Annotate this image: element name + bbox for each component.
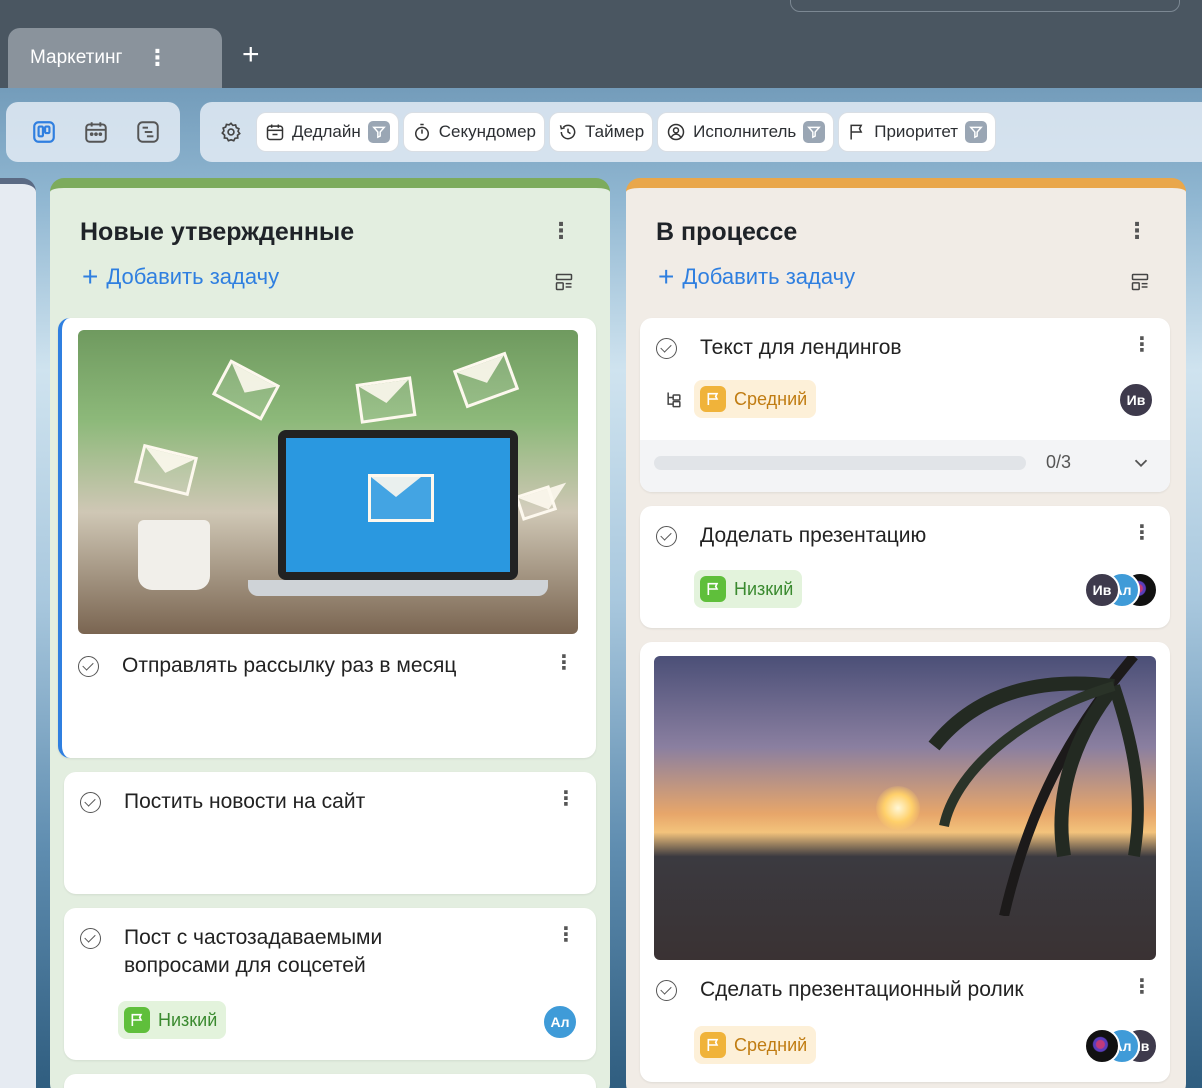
filter-label: Приоритет [874,122,959,141]
column-new-approved: Новые утвержденные ⋮ + Добавить задачу О… [50,178,610,1088]
task-menu-icon[interactable]: ⋮ [1132,520,1152,545]
task-title: Отправлять рассылку раз в месяц [122,654,457,677]
subtasks-progress: 0/3 [640,440,1170,492]
task-card[interactable]: Отправлять рассылку раз в месяц ⋮ [58,318,596,758]
filter-label: Исполнитель [693,122,797,141]
avatar[interactable] [1084,1028,1120,1064]
task-card[interactable]: Постить новости на сайт ⋮ [64,772,596,894]
gear-icon [221,122,241,142]
top-bar: Маркетинг ⋮ + [0,0,1202,88]
task-title: Пост с частозадаваемыми вопросами для со… [124,924,524,980]
task-menu-icon[interactable]: ⋮ [556,922,576,947]
complete-checkbox-icon[interactable] [656,338,677,359]
tab-marketing[interactable]: Маркетинг ⋮ [8,28,222,88]
task-menu-icon[interactable]: ⋮ [1132,332,1152,357]
filter-label: Дедлайн [292,122,361,141]
priority-badge[interactable]: Низкий [694,570,803,608]
add-task-button[interactable]: + Добавить задачу [658,261,856,292]
filter-assignee[interactable]: Исполнитель [657,112,835,152]
priority-label: Низкий [158,1009,218,1030]
avatar[interactable]: Ив [1084,572,1120,608]
flag-icon [700,1032,726,1058]
flag-icon [700,576,726,602]
filter-priority[interactable]: Приоритет [838,112,997,152]
kanban-view-icon[interactable] [26,114,62,150]
list-view-icon[interactable] [130,114,166,150]
flag-icon [850,124,863,140]
avatar[interactable]: Ив [1118,382,1154,418]
column-menu-icon[interactable]: ⋮ [550,218,572,244]
column-title: В процессе [656,218,798,246]
complete-checkbox-icon[interactable] [78,656,99,677]
priority-badge[interactable]: Средний [694,380,817,418]
task-title: Постить новости на сайт [124,790,366,813]
plus-icon: + [82,261,99,292]
beach-sunset-image [654,656,1156,960]
task-title: Сделать презентационный ролик [700,978,1024,1001]
subtasks-icon[interactable] [664,390,684,410]
avatar[interactable]: Ал [542,1004,578,1040]
filter-label: Таймер [585,122,645,141]
user-icon [667,123,685,141]
add-task-button[interactable]: + Добавить задачу [82,261,280,292]
task-title: Текст для лендингов [700,336,902,359]
plus-icon: + [658,261,675,292]
search-box[interactable] [790,0,1180,12]
progress-bar [654,456,1026,470]
view-switcher [6,102,180,162]
task-title: Доделать презентацию [700,524,927,547]
complete-checkbox-icon[interactable] [656,980,677,1001]
add-task-label: Добавить задачу [106,264,280,289]
complete-checkbox-icon[interactable] [80,928,101,949]
email-laptop-image [78,330,578,634]
priority-badge[interactable]: Низкий [118,1001,227,1039]
filter-timer[interactable]: Таймер [549,112,654,152]
settings-button[interactable] [214,112,248,152]
filter-label: Секундомер [438,122,536,141]
task-menu-icon[interactable]: ⋮ [554,650,574,675]
card-layout-icon[interactable] [1130,272,1150,292]
calendar-view-icon[interactable] [78,114,114,150]
column-menu-icon[interactable]: ⋮ [1126,218,1148,244]
funnel-icon[interactable] [367,121,390,143]
filter-toolbar: Дедлайн Секундомер Таймер Исполнитель Пр… [200,102,1202,162]
flag-icon [700,386,726,412]
task-menu-icon[interactable]: ⋮ [556,786,576,811]
add-task-label: Добавить задачу [682,264,856,289]
priority-label: Низкий [734,578,794,599]
column-title: Новые утвержденные [80,218,355,246]
complete-checkbox-icon[interactable] [80,792,101,813]
task-card[interactable]: Сделать презентационный ролик ⋮ Средний … [640,642,1170,1082]
task-menu-icon[interactable]: ⋮ [1132,974,1152,999]
priority-label: Средний [734,1034,808,1055]
complete-checkbox-icon[interactable] [656,526,677,547]
task-card[interactable]: Доделать презентацию ⋮ Низкий Ал Ив [640,506,1170,628]
chevron-down-icon[interactable] [1130,452,1152,474]
task-title-line: Пост с частозадаваемыми [124,926,383,949]
task-title-line: вопросами для соцсетей [124,954,366,977]
column-in-progress: В процессе ⋮ + Добавить задачу Текст для… [626,178,1186,1088]
funnel-icon[interactable] [803,121,826,143]
tab-menu-icon[interactable]: ⋮ [146,47,168,69]
task-card[interactable]: Текст для лендингов ⋮ Средний Ив 0/3 [640,318,1170,492]
filter-stopwatch[interactable]: Секундомер [402,112,545,152]
priority-label: Средний [734,388,808,409]
task-card[interactable] [64,1074,596,1088]
funnel-icon[interactable] [965,121,988,143]
flag-icon [124,1007,150,1033]
column-previous [0,178,36,1088]
stopwatch-icon [414,123,429,141]
task-card[interactable]: Пост с частозадаваемыми вопросами для со… [64,908,596,1060]
calendar-icon [266,124,284,141]
filter-deadline[interactable]: Дедлайн [256,112,399,152]
progress-count: 0/3 [1046,452,1072,472]
card-layout-icon[interactable] [554,272,574,292]
timer-icon [559,124,576,140]
tab-label: Маркетинг [30,47,123,68]
add-tab-button[interactable]: + [242,40,260,70]
priority-badge[interactable]: Средний [694,1026,817,1064]
